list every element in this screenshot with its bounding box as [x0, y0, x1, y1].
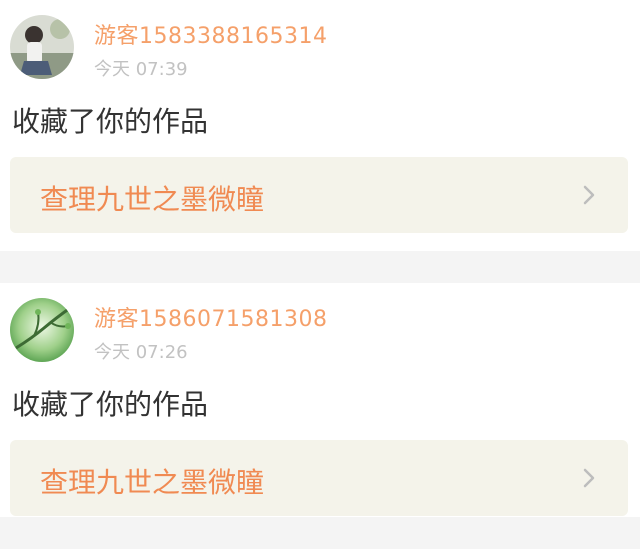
timestamp: 今天 07:26	[94, 342, 188, 363]
action-text: 收藏了你的作品	[12, 105, 209, 138]
work-link[interactable]: 查理九世之墨微瞳	[10, 157, 628, 233]
avatar[interactable]	[10, 15, 74, 79]
username[interactable]: 游客1583388165314	[94, 18, 327, 50]
timestamp: 今天 07:39	[94, 59, 188, 80]
action-text: 收藏了你的作品	[12, 388, 209, 421]
notification-item: 游客1583388165314 今天 07:39 收藏了你的作品 查理九世之墨微…	[0, 0, 640, 251]
chevron-right-icon	[583, 468, 595, 488]
notification-item: 游客1586071581308 今天 07:26 收藏了你的作品 查理九世之墨微…	[0, 283, 640, 517]
chevron-right-icon	[583, 185, 595, 205]
notification-feed: 游客1583388165314 今天 07:39 收藏了你的作品 查理九世之墨微…	[0, 0, 640, 517]
work-title: 查理九世之墨微瞳	[40, 466, 265, 499]
work-title: 查理九世之墨微瞳	[40, 183, 265, 216]
avatar[interactable]	[10, 298, 74, 362]
username[interactable]: 游客1586071581308	[94, 301, 327, 333]
work-link[interactable]: 查理九世之墨微瞳	[10, 440, 628, 516]
